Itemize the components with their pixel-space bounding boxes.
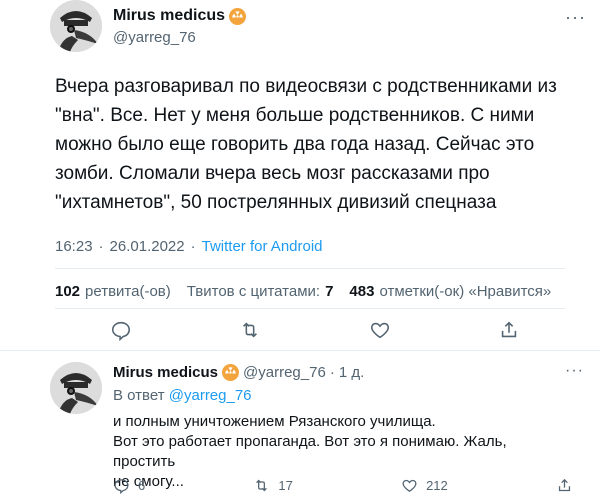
author-name[interactable]: Mirus medicus	[113, 7, 247, 25]
like-icon[interactable]	[369, 319, 391, 346]
radiation-badge-icon	[229, 7, 247, 25]
quotes-label[interactable]: Твитов с цитатами:	[187, 283, 320, 300]
reply-author-avatar[interactable]	[50, 362, 102, 414]
divider	[55, 268, 565, 269]
share-icon	[558, 478, 571, 491]
tweet-actions	[55, 316, 565, 348]
author-avatar[interactable]	[50, 0, 102, 52]
tweet-text: Вчера разговаривал по видеосвязи с родст…	[55, 76, 557, 213]
plague-doctor-avatar-icon	[50, 0, 102, 52]
tweet-meta: 16:23 · 26.01.2022 · Twitter for Android	[55, 238, 323, 255]
meta-separator: ·	[98, 238, 104, 255]
meta-separator: ·	[190, 238, 196, 255]
reply-to-prefix: В ответ	[113, 387, 165, 404]
reply-likes-count: 212	[426, 477, 448, 493]
more-options-icon[interactable]: ···	[565, 362, 584, 380]
more-options-icon[interactable]: ···	[565, 7, 586, 28]
reply-to-handle[interactable]: @yarreg_76	[169, 387, 252, 404]
retweet-icon[interactable]	[239, 319, 261, 346]
divider	[55, 308, 565, 309]
reply-age[interactable]: 1 д.	[339, 364, 364, 381]
tweet-source[interactable]: Twitter for Android	[202, 238, 323, 255]
tweet-stats: 102 ретвита(-ов) Твитов с цитатами: 7 48…	[55, 283, 551, 300]
reply-share-action[interactable]	[556, 477, 573, 494]
quotes-count[interactable]: 7	[325, 283, 333, 300]
retweets-count[interactable]: 102	[55, 283, 80, 300]
likes-label[interactable]: отметки(-ок) «Нравится»	[379, 283, 551, 300]
tweet-date[interactable]: 26.01.2022	[110, 238, 185, 255]
reply-to: В ответ @yarreg_76	[113, 387, 252, 404]
reply-like-action[interactable]: 212	[401, 477, 448, 494]
reply-replies-count: 6	[138, 477, 146, 493]
author-display-name[interactable]: Mirus medicus	[113, 7, 225, 25]
plague-doctor-avatar-icon	[50, 362, 102, 414]
reply-author-handle[interactable]: @yarreg_76	[243, 364, 326, 381]
retweet-icon	[256, 479, 268, 491]
reply-retweet-action[interactable]: 17	[253, 477, 293, 494]
reply-header: Mirus medicus @yarreg_76 · 1 д.	[113, 364, 364, 381]
reply-icon[interactable]	[110, 319, 132, 346]
meta-separator: ·	[329, 364, 335, 381]
retweets-label[interactable]: ретвита(-ов)	[85, 283, 171, 300]
radiation-badge-icon	[222, 364, 240, 381]
reply-retweets-count: 17	[278, 477, 293, 493]
reply-icon	[114, 478, 129, 494]
likes-count[interactable]: 483	[349, 283, 374, 300]
tweet-time[interactable]: 16:23	[55, 238, 93, 255]
author-handle[interactable]: @yarreg_76	[113, 29, 196, 46]
share-icon[interactable]	[498, 319, 520, 346]
like-icon	[402, 479, 417, 492]
reply-author-name[interactable]: Mirus medicus	[113, 364, 218, 381]
reply-reply-action[interactable]: 6	[113, 477, 145, 494]
divider	[0, 350, 600, 351]
reply-actions: 6 17 212	[113, 474, 573, 496]
